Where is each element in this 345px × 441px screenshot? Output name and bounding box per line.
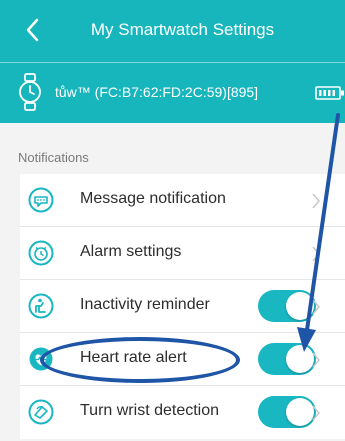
inactivity-icon bbox=[28, 293, 54, 319]
alarm-icon bbox=[28, 240, 54, 266]
heart-rate-alert-toggle[interactable] bbox=[258, 343, 316, 375]
toggle-knob bbox=[286, 398, 314, 426]
chevron-right-icon bbox=[312, 352, 320, 368]
toggle-knob bbox=[286, 292, 314, 320]
row-inactivity-reminder[interactable]: Inactivity reminder bbox=[20, 280, 345, 333]
smartwatch-icon bbox=[19, 73, 41, 111]
row-label: Message notification bbox=[80, 190, 226, 207]
row-message-notification[interactable]: Message notification bbox=[20, 174, 345, 227]
row-label: Alarm settings bbox=[80, 243, 182, 260]
device-name: tůw™ (FC:B7:62:FD:2C:59)[895] bbox=[55, 84, 259, 100]
page-title: My Smartwatch Settings bbox=[90, 20, 275, 39]
inactivity-reminder-toggle[interactable] bbox=[258, 290, 316, 322]
chevron-right-icon bbox=[312, 299, 320, 315]
toggle-knob bbox=[286, 345, 314, 373]
row-alarm-settings[interactable]: Alarm settings bbox=[20, 227, 345, 280]
chevron-right-icon bbox=[312, 405, 320, 421]
chevron-right-icon bbox=[312, 193, 320, 209]
section-title-notifications: Notifications bbox=[18, 150, 89, 165]
row-label: Inactivity reminder bbox=[80, 296, 210, 313]
device-row[interactable]: tůw™ (FC:B7:62:FD:2C:59)[895] bbox=[0, 63, 345, 123]
battery-icon bbox=[315, 86, 344, 100]
notifications-list: Message notification Alarm settings Inac… bbox=[20, 174, 345, 439]
title-bar: My Smartwatch Settings bbox=[0, 0, 345, 62]
app-header: My Smartwatch Settings tůw™ (FC:B7:62:FD… bbox=[0, 0, 345, 123]
turn-wrist-detection-toggle[interactable] bbox=[258, 396, 316, 428]
row-turn-wrist-detection[interactable]: Turn wrist detection bbox=[20, 386, 345, 439]
turn-wrist-icon bbox=[28, 399, 54, 425]
annotation-ellipse bbox=[40, 337, 240, 383]
chevron-right-icon bbox=[312, 246, 320, 262]
message-icon bbox=[28, 187, 54, 213]
row-label: Turn wrist detection bbox=[80, 402, 220, 419]
